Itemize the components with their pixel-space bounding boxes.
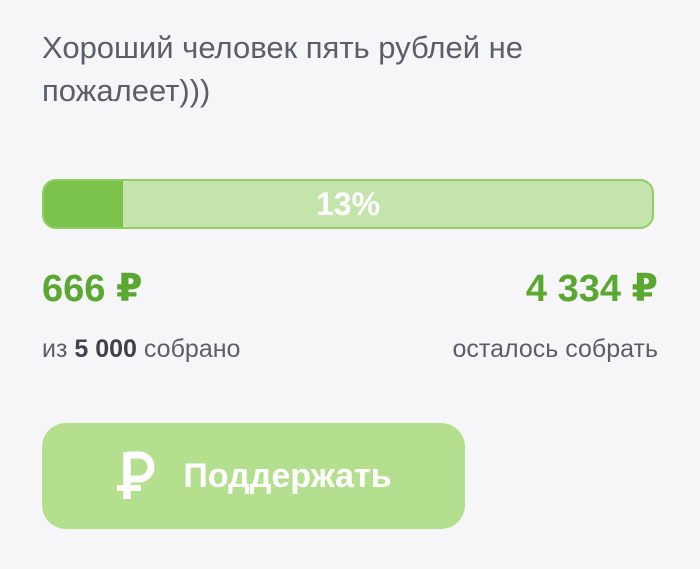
raised-caption: из 5 000 собрано bbox=[42, 333, 240, 365]
raised-amount: 666 ₽ bbox=[42, 268, 143, 310]
raised-prefix: из bbox=[42, 335, 68, 363]
ruble-icon bbox=[117, 451, 155, 499]
remaining-caption: осталось собрать bbox=[452, 335, 658, 363]
support-button[interactable]: Поддержать bbox=[42, 423, 465, 529]
progress-bar: 13% bbox=[42, 179, 654, 229]
campaign-description: Хороший человек пять рублей не пожалеет)… bbox=[42, 30, 523, 108]
support-button-label: Поддержать bbox=[183, 456, 392, 495]
remaining-amount: 4 334 ₽ bbox=[525, 268, 658, 310]
progress-percent-label: 13% bbox=[315, 186, 381, 222]
raised-suffix: собрано bbox=[143, 335, 241, 363]
goal-amount: 5 000 bbox=[74, 335, 137, 363]
